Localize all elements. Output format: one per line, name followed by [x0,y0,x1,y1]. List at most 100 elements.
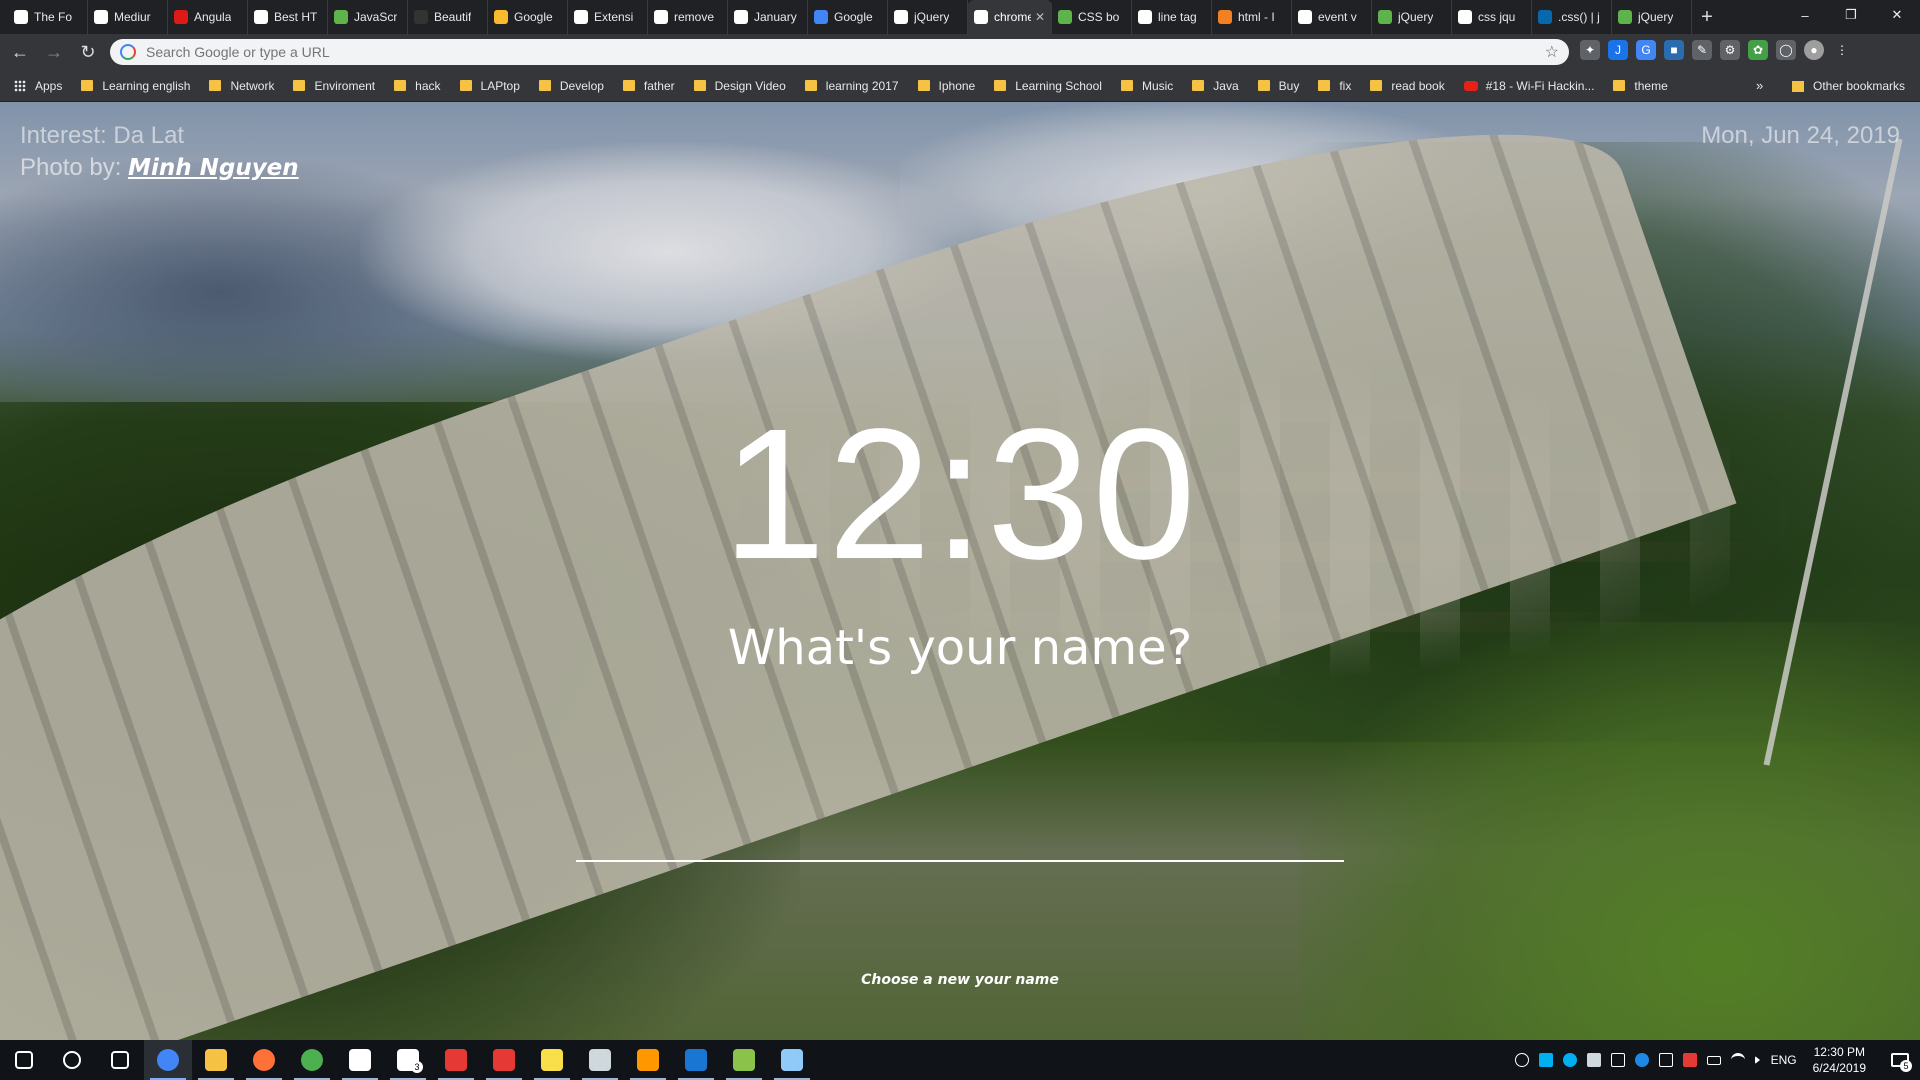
gear-icon[interactable]: ⚙ [1720,40,1740,60]
browser-tab[interactable]: chrome ✕ [968,0,1052,34]
bookmark-item[interactable]: Develop [538,79,604,93]
bookmark-item[interactable]: Learning english [81,79,190,93]
shield-icon[interactable]: ◯ [1776,40,1796,60]
bookmark-item[interactable]: Enviroment [293,79,375,93]
browser-tab[interactable]: Extensi [568,0,648,34]
bookmark-item[interactable]: Java [1192,79,1239,93]
address-input[interactable] [146,44,1526,60]
wifi-icon[interactable] [1730,1053,1745,1067]
taskbar-item[interactable] [528,1040,576,1080]
close-window-button[interactable]: ✕ [1874,0,1920,30]
bookmark-item[interactable]: Apps [14,79,62,93]
extension-j-icon[interactable]: J [1608,40,1628,60]
taskbar-item[interactable] [192,1040,240,1080]
browser-tab[interactable]: css jqu [1452,0,1532,34]
bookmark-item[interactable]: Buy [1257,79,1299,93]
bookmark-star-icon[interactable]: ☆ [1545,42,1559,62]
taskbar-item[interactable] [480,1040,528,1080]
person-icon[interactable] [1514,1053,1529,1067]
browser-tab[interactable]: Beautif [408,0,488,34]
avatar[interactable]: ● [1804,40,1824,60]
extension-badge-icon[interactable]: ■ [1664,40,1684,60]
taskbar-item[interactable]: 3 [384,1040,432,1080]
minimize-button[interactable]: – [1782,0,1828,30]
battery-icon[interactable] [1706,1055,1721,1065]
browser-tab[interactable]: The Fo [8,0,88,34]
restore-button[interactable]: ❐ [1828,0,1874,30]
browser-tab[interactable]: jQuery [1372,0,1452,34]
bookmark-item[interactable]: #18 - Wi-Fi Hackin... [1463,79,1594,93]
taskbar-item[interactable] [672,1040,720,1080]
bookmark-item[interactable]: read book [1370,79,1445,93]
volume-icon[interactable] [1754,1056,1760,1064]
folder-icon [414,10,428,24]
browser-tab[interactable]: Best HT [248,0,328,34]
pen-icon[interactable]: ✎ [1692,40,1712,60]
bookmarks-more-icon[interactable]: » [1756,78,1763,93]
bookmark-item[interactable]: Learning School [994,79,1102,93]
skype-icon[interactable] [1538,1053,1553,1067]
browser-tab[interactable]: Google [488,0,568,34]
new-tab-button[interactable]: + [1692,0,1722,34]
bookmark-item[interactable]: Network [209,79,274,93]
tray-clock[interactable]: 12:30 PM 6/24/2019 [1813,1044,1866,1076]
taskbar-item[interactable] [720,1040,768,1080]
taskbar-item[interactable] [0,1040,48,1080]
taskbar-item[interactable] [432,1040,480,1080]
bookmark-item[interactable]: theme [1613,79,1668,93]
bookmark-item[interactable]: Iphone [917,79,975,93]
leaf-icon[interactable]: ✿ [1748,40,1768,60]
notification-center-icon[interactable]: 5 [1880,1040,1920,1080]
browser-tab[interactable]: January [728,0,808,34]
bookmark-item[interactable]: hack [394,79,441,93]
browser-tab[interactable]: jQuery [888,0,968,34]
folder-icon [394,80,407,91]
bookmark-item[interactable]: learning 2017 [804,79,899,93]
extension-puzzle-icon[interactable]: ✦ [1580,40,1600,60]
tab-label: jQuery [914,10,950,24]
other-bookmarks[interactable]: Other bookmarks [1792,79,1905,93]
close-tab-icon[interactable]: ✕ [1031,10,1045,24]
name-input[interactable] [576,752,1344,862]
monitor-icon[interactable] [1610,1053,1625,1067]
bookmark-item[interactable]: fix [1318,79,1351,93]
browser-tab[interactable]: CSS bo [1052,0,1132,34]
bookmark-item[interactable]: Design Video [693,79,786,93]
back-icon[interactable]: ← [6,38,34,66]
taskbar-item[interactable] [240,1040,288,1080]
taskbar-item[interactable] [336,1040,384,1080]
bookmark-item[interactable]: LAPtop [459,79,520,93]
browser-tab[interactable]: html - I [1212,0,1292,34]
browser-tab[interactable]: Angula [168,0,248,34]
bluetooth-icon[interactable] [1634,1053,1649,1067]
taskbar-item[interactable] [768,1040,816,1080]
photographer-link[interactable]: Minh Nguyen [128,155,299,181]
browser-tab[interactable]: remove [648,0,728,34]
browser-tab[interactable]: Google [808,0,888,34]
keyboard-icon[interactable] [1658,1053,1673,1067]
menu-icon[interactable]: ⋮ [1832,40,1852,60]
browser-tab[interactable]: event v [1292,0,1372,34]
bookmark-item[interactable]: Music [1120,79,1173,93]
browser-tab[interactable]: JavaScr [328,0,408,34]
browser-tab[interactable]: jQuery [1612,0,1692,34]
taskbar-item[interactable] [96,1040,144,1080]
taskbar-item[interactable] [144,1040,192,1080]
omnibox[interactable]: ☆ [110,39,1569,65]
google-translate-icon[interactable]: G [1636,40,1656,60]
taskbar-item[interactable] [576,1040,624,1080]
taskbar-item[interactable] [48,1040,96,1080]
browser-tab[interactable]: .css() | j [1532,0,1612,34]
browser-tab[interactable]: Mediur [88,0,168,34]
app-icon[interactable] [1586,1053,1601,1067]
forward-icon[interactable]: → [40,38,68,66]
choose-name-link[interactable]: Choose a new your name [0,972,1920,988]
taskbar-item[interactable] [288,1040,336,1080]
skype-icon[interactable] [1562,1053,1577,1067]
reload-icon[interactable]: ↻ [74,38,102,66]
taskbar-item[interactable] [624,1040,672,1080]
language-indicator[interactable]: ENG [1771,1053,1797,1067]
bookmark-item[interactable]: father [622,79,675,93]
red-app-icon[interactable] [1682,1053,1697,1067]
browser-tab[interactable]: line tag [1132,0,1212,34]
